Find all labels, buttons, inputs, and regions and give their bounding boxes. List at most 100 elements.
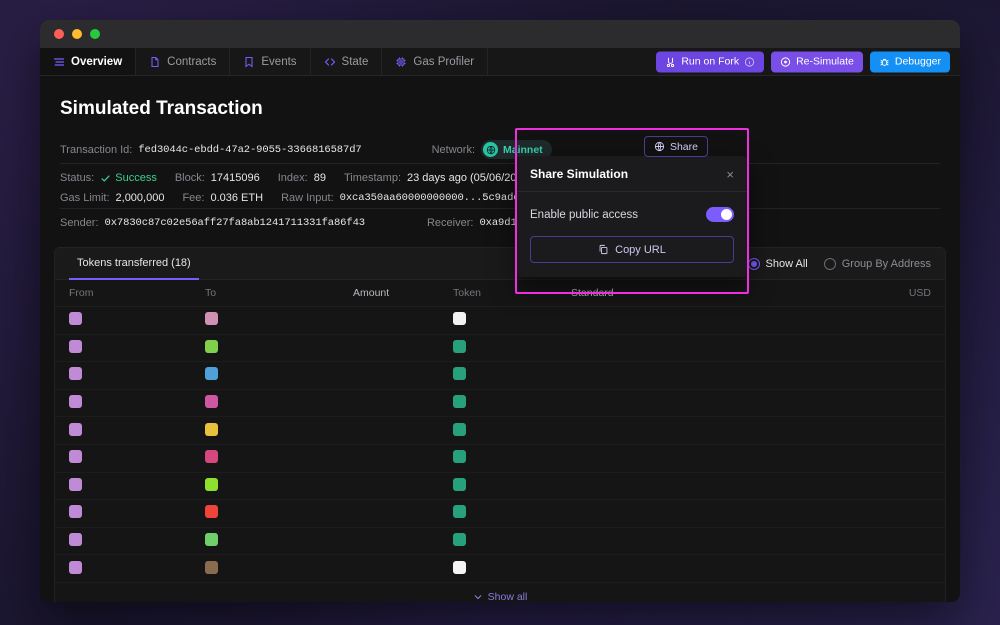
avatar: [205, 450, 218, 463]
cell-amount: [353, 527, 453, 555]
cell-to[interactable]: [205, 527, 353, 555]
maximize-window-button[interactable]: [90, 29, 100, 39]
avatar: [205, 367, 218, 380]
cell-to[interactable]: [205, 334, 353, 362]
tokens-view-radios: Show All Group By Address: [748, 258, 931, 270]
cell-from[interactable]: [55, 389, 205, 417]
radio-show-all[interactable]: Show All: [748, 258, 808, 270]
avatar: [69, 505, 82, 518]
table-row[interactable]: [55, 500, 945, 528]
show-all-link[interactable]: Show all: [55, 583, 945, 602]
tab-gas-profiler[interactable]: Gas Profiler: [382, 48, 488, 75]
cell-to[interactable]: [205, 555, 353, 583]
cell-from[interactable]: [55, 417, 205, 445]
debugger-button[interactable]: Debugger: [870, 51, 950, 72]
block-value: 17415096: [211, 172, 260, 184]
cell-from[interactable]: [55, 362, 205, 390]
table-row[interactable]: [55, 555, 945, 583]
cell-to[interactable]: [205, 444, 353, 472]
avatar: [69, 450, 82, 463]
close-icon[interactable]: ×: [726, 168, 734, 181]
avatar: [205, 478, 218, 491]
gas-limit-value: 2,000,000: [116, 192, 165, 204]
cell-from[interactable]: [55, 555, 205, 583]
cell-standard: [571, 362, 801, 390]
avatar: [69, 395, 82, 408]
tokens-transferred-card: Tokens transferred (18) Show All Group B…: [54, 247, 946, 602]
cell-token[interactable]: [453, 417, 571, 445]
chevron-down-icon: [473, 592, 483, 602]
cell-to[interactable]: [205, 472, 353, 500]
tab-state[interactable]: State: [311, 48, 383, 75]
cell-from[interactable]: [55, 307, 205, 335]
cell-to[interactable]: [205, 307, 353, 335]
tab-events-label: Events: [261, 56, 296, 68]
enable-public-access-toggle[interactable]: [706, 207, 734, 222]
window-titlebar: [40, 20, 960, 48]
tokens-table: From To Amount Token Standard USD: [55, 280, 945, 583]
status-label: Status:: [60, 172, 94, 184]
cell-token[interactable]: [453, 555, 571, 583]
sender-value[interactable]: 0x7830c87c02e56aff27fa8ab1241711331fa86f…: [105, 217, 365, 229]
cell-token[interactable]: [453, 389, 571, 417]
table-row[interactable]: [55, 334, 945, 362]
tokens-transferred-tab[interactable]: Tokens transferred (18): [69, 248, 199, 280]
token-icon: [453, 450, 466, 463]
cell-standard: [571, 307, 801, 335]
token-icon: [453, 340, 466, 353]
copy-url-label: Copy URL: [615, 244, 666, 256]
cell-to[interactable]: [205, 417, 353, 445]
run-on-fork-button[interactable]: Run on Fork: [656, 51, 764, 72]
cell-token[interactable]: [453, 500, 571, 528]
table-row[interactable]: [55, 417, 945, 445]
cell-token[interactable]: [453, 472, 571, 500]
cell-to[interactable]: [205, 500, 353, 528]
table-row[interactable]: [55, 389, 945, 417]
cell-from[interactable]: [55, 472, 205, 500]
tab-contracts[interactable]: Contracts: [136, 48, 230, 75]
tab-events[interactable]: Events: [230, 48, 310, 75]
share-simulation-popup: Share Simulation × Enable public access …: [517, 156, 747, 277]
tab-overview[interactable]: Overview: [40, 48, 136, 75]
avatar: [205, 505, 218, 518]
cell-amount: [353, 500, 453, 528]
cell-token[interactable]: [453, 334, 571, 362]
network-value: Mainnet: [503, 144, 543, 156]
transaction-id-value: fed3044c-ebdd-47a2-9055-3366816587d7: [138, 144, 361, 156]
cell-to[interactable]: [205, 362, 353, 390]
cell-token[interactable]: [453, 362, 571, 390]
table-row[interactable]: [55, 527, 945, 555]
re-simulate-button[interactable]: Re-Simulate: [771, 51, 863, 72]
tokens-table-body: [55, 307, 945, 583]
transaction-id-label: Transaction Id:: [60, 144, 132, 156]
fee-label: Fee:: [182, 192, 204, 204]
cell-from[interactable]: [55, 527, 205, 555]
share-button[interactable]: Share: [644, 136, 708, 157]
copy-url-button[interactable]: Copy URL: [530, 236, 734, 263]
table-row[interactable]: [55, 444, 945, 472]
bug-icon: [879, 56, 890, 67]
col-token: Token: [453, 280, 571, 307]
tab-gas-profiler-label: Gas Profiler: [413, 56, 474, 68]
table-row[interactable]: [55, 472, 945, 500]
cell-from[interactable]: [55, 500, 205, 528]
receiver-label: Receiver:: [427, 217, 473, 229]
cell-from[interactable]: [55, 334, 205, 362]
table-row[interactable]: [55, 362, 945, 390]
avatar: [69, 478, 82, 491]
cell-from[interactable]: [55, 444, 205, 472]
fork-icon: [665, 56, 676, 67]
table-row[interactable]: [55, 307, 945, 335]
close-window-button[interactable]: [54, 29, 64, 39]
cell-token[interactable]: [453, 444, 571, 472]
cell-amount: [353, 307, 453, 335]
minimize-window-button[interactable]: [72, 29, 82, 39]
cell-standard: [571, 527, 801, 555]
avatar: [69, 340, 82, 353]
cell-token[interactable]: [453, 307, 571, 335]
cell-to[interactable]: [205, 389, 353, 417]
avatar: [69, 533, 82, 546]
radio-group-by-address[interactable]: Group By Address: [824, 258, 931, 270]
cell-token[interactable]: [453, 527, 571, 555]
show-all-link-label: Show all: [488, 591, 528, 602]
